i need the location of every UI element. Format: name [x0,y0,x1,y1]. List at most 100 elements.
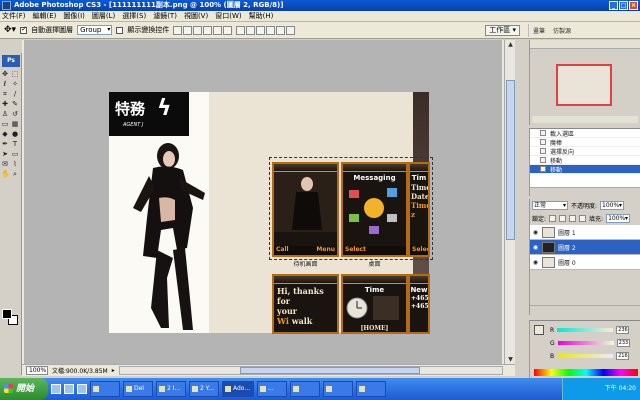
green-slider[interactable] [557,341,614,345]
menu-window[interactable]: 窗口(W) [215,11,241,21]
taskbar-item[interactable] [356,381,386,397]
move-tool-icon[interactable]: ✥ [1,70,9,78]
stamp-tool-icon[interactable]: ♙ [1,110,9,118]
menu-help[interactable]: 幫助(H) [249,11,274,21]
history-item-active[interactable]: 移動 [530,165,640,174]
navigator-thumbnail[interactable] [556,64,612,106]
vertical-scroll-thumb[interactable] [506,80,515,240]
blur-tool-icon[interactable]: ◆ [1,130,9,138]
current-color-swatch[interactable] [534,325,544,335]
color-wells[interactable] [2,309,18,325]
red-value[interactable]: 236 [616,326,630,334]
blend-mode-dropdown[interactable]: 正常 [532,201,568,210]
marquee-tool-icon[interactable]: ⬚ [11,70,19,78]
horizontal-scroll-thumb[interactable] [239,367,420,374]
lock-position-icon[interactable] [569,215,577,222]
lock-transparent-icon[interactable] [549,215,557,222]
taskbar-item[interactable] [290,381,320,397]
taskbar-item[interactable] [90,381,120,397]
taskbar-item[interactable]: 2 Y... [189,381,219,397]
gradient-tool-icon[interactable]: ▦ [11,120,19,128]
quick-launch-icon[interactable] [77,384,87,394]
align-right-icon[interactable] [223,25,233,35]
taskbar-item[interactable]: Del [123,381,153,397]
scroll-down-icon[interactable]: ▼ [506,355,515,364]
history-item[interactable]: 選擇反向 [530,147,640,156]
distribute-left-icon[interactable] [266,25,276,35]
distribute-top-icon[interactable] [236,25,246,35]
zoom-level-field[interactable]: 100% [26,366,48,375]
opacity-field[interactable]: 100% [600,201,625,210]
history-item[interactable]: 載入選區 [530,129,640,138]
quick-launch-icon[interactable] [51,384,61,394]
layer-row[interactable]: ◉ 圖層 0 [530,255,640,270]
pen-tool-icon[interactable]: ✒ [1,140,9,148]
maximize-button[interactable]: □ [619,1,628,10]
visibility-eye-icon[interactable]: ◉ [532,229,539,236]
taskbar-item-photoshop[interactable]: Ado... [222,381,254,397]
layer-row[interactable]: ◉ 圖層 1 [530,225,640,240]
taskbar-item[interactable]: ... [257,381,287,397]
shape-tool-icon[interactable]: ▭ [11,150,19,158]
history-item[interactable]: 魔棒 [530,138,640,147]
layer-row-active[interactable]: ◉ 圖層 2 [530,240,640,255]
menu-layer[interactable]: 圖層(L) [92,11,115,21]
doc-info[interactable]: 文檔:900.0K/3.85M [52,366,108,375]
distribute-bottom-icon[interactable] [256,25,266,35]
palette-well-brushes[interactable]: 畫筆 [529,24,549,37]
distribute-vcenter-icon[interactable] [246,25,256,35]
taskbar-item[interactable] [323,381,353,397]
status-arrow-icon[interactable]: ▸ [112,367,115,374]
navigator-zoom-slider[interactable] [532,116,638,123]
eyedropper-tool-icon[interactable]: ⌇ [11,160,19,168]
quick-launch-icon[interactable] [64,384,74,394]
notes-tool-icon[interactable]: ✉ [1,160,9,168]
magic-wand-tool-icon[interactable]: ✧ [11,80,19,88]
canvas-area[interactable]: 特務 ϟ AGENT J Call Menu 待机画面 Messaging Se… [24,40,502,364]
menu-image[interactable]: 圖像(I) [63,11,85,21]
crop-tool-icon[interactable]: ⌗ [1,90,9,98]
align-vcenter-icon[interactable] [183,25,193,35]
history-brush-icon[interactable]: ↺ [11,110,19,118]
navigator-tab[interactable] [530,40,640,49]
move-tool-icon[interactable]: ✥▾ [4,25,16,35]
foreground-color-swatch[interactable] [2,309,12,319]
color-spectrum[interactable] [534,369,638,376]
distribute-right-icon[interactable] [286,25,296,35]
blue-value[interactable]: 216 [616,352,630,360]
lasso-tool-icon[interactable]: ℓ [1,80,9,88]
taskbar-item[interactable]: 2 I... [156,381,186,397]
auto-select-checkbox[interactable] [20,25,28,34]
menu-view[interactable]: 視圖(V) [184,11,208,21]
healing-tool-icon[interactable]: ✚ [1,100,9,108]
minimize-button[interactable]: _ [609,1,618,10]
artwork[interactable]: 特務 ϟ AGENT J Call Menu 待机画面 Messaging Se… [109,92,433,334]
scroll-up-icon[interactable]: ▲ [506,40,515,49]
auto-select-dropdown[interactable]: Group [77,25,113,35]
slice-tool-icon[interactable]: ∕ [11,90,19,98]
eraser-tool-icon[interactable]: ▭ [1,120,9,128]
path-select-tool-icon[interactable]: ➤ [1,150,9,158]
horizontal-scrollbar[interactable] [118,366,503,375]
transform-controls-checkbox[interactable] [116,26,124,34]
history-item[interactable]: 移動 [530,156,640,165]
visibility-eye-icon[interactable]: ◉ [532,259,539,266]
blue-slider[interactable] [557,354,614,358]
menu-edit[interactable]: 編輯(E) [33,11,57,21]
vertical-scrollbar[interactable]: ▲ ▼ [504,40,515,364]
visibility-eye-icon[interactable]: ◉ [532,244,539,251]
brush-tool-icon[interactable]: ✎ [11,100,19,108]
align-top-icon[interactable] [173,25,183,35]
dodge-tool-icon[interactable]: ● [11,130,19,138]
palette-well-clone-source[interactable]: 仿製源 [549,24,575,37]
menu-select[interactable]: 選擇(S) [122,11,146,21]
lock-image-icon[interactable] [559,215,567,222]
start-button[interactable]: 開始 [0,378,48,400]
align-hcenter-icon[interactable] [213,25,223,35]
hand-tool-icon[interactable]: ✋ [1,170,10,178]
align-left-icon[interactable] [203,25,213,35]
menu-file[interactable]: 文件(F) [2,11,26,21]
selection-marquee[interactable] [269,157,433,260]
red-slider[interactable] [557,328,614,332]
lock-all-icon[interactable] [579,215,587,222]
